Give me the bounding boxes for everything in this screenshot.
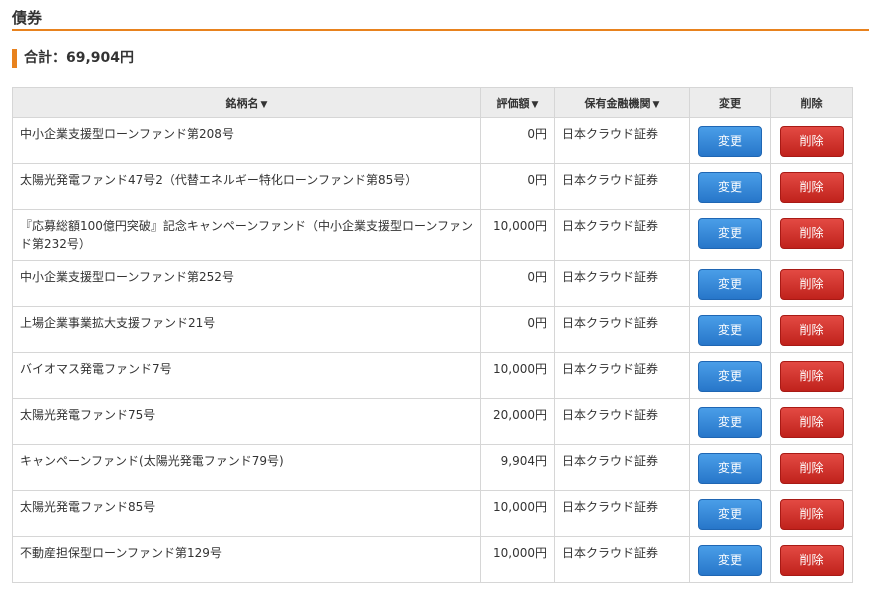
delete-button[interactable]: 削除: [779, 407, 844, 438]
edit-cell: 変更: [689, 306, 771, 353]
edit-cell: 変更: [689, 536, 771, 583]
institution-cell: 日本クラウド証券: [554, 398, 690, 445]
edit-cell: 変更: [689, 209, 771, 261]
institution-cell: 日本クラウド証券: [554, 117, 690, 164]
total-summary: 合計：69,904円: [12, 49, 134, 68]
edit-cell: 変更: [689, 117, 771, 164]
valuation-cell: 0円: [480, 260, 555, 307]
edit-cell: 変更: [689, 444, 771, 491]
valuation-cell: 0円: [480, 117, 555, 164]
table-row: 中小企業支援型ローンファンド第252号 0円 日本クラウド証券 変更 削除: [12, 260, 853, 307]
page-title: 債券: [12, 9, 43, 27]
sort-down-icon[interactable]: ▼: [653, 100, 660, 110]
edit-button[interactable]: 変更: [698, 172, 762, 203]
edit-button[interactable]: 変更: [698, 545, 762, 576]
fund-name-cell: 『応募総額100億円突破』記念キャンペーンファンド（中小企業支援型ローンファンド…: [12, 209, 481, 261]
institution-cell: 日本クラウド証券: [554, 260, 690, 307]
column-header-valuation-label: 評価額: [496, 96, 530, 110]
delete-cell: 削除: [770, 536, 853, 583]
table-row: 太陽光発電ファンド75号 20,000円 日本クラウド証券 変更 削除: [12, 398, 853, 445]
table-header-row: 銘柄名 ▼ 評価額 ▼ 保有金融機関 ▼ 変更 削除: [12, 87, 853, 118]
table-row: 『応募総額100億円突破』記念キャンペーンファンド（中小企業支援型ローンファンド…: [12, 209, 853, 261]
delete-cell: 削除: [770, 163, 853, 210]
fund-name-cell: キャンペーンファンド(太陽光発電ファンド79号): [12, 444, 481, 491]
valuation-cell: 10,000円: [480, 490, 555, 537]
valuation-cell: 9,904円: [480, 444, 555, 491]
valuation-cell: 0円: [480, 306, 555, 353]
delete-button[interactable]: 削除: [779, 545, 844, 576]
delete-cell: 削除: [770, 398, 853, 445]
delete-button[interactable]: 削除: [779, 126, 844, 157]
sort-down-icon[interactable]: ▼: [261, 100, 268, 110]
delete-button[interactable]: 削除: [779, 453, 844, 484]
delete-cell: 削除: [770, 260, 853, 307]
edit-button[interactable]: 変更: [698, 361, 762, 392]
edit-button[interactable]: 変更: [698, 218, 762, 249]
column-header-edit: 変更: [689, 87, 771, 118]
delete-cell: 削除: [770, 209, 853, 261]
delete-button[interactable]: 削除: [779, 172, 844, 203]
edit-cell: 変更: [689, 352, 771, 399]
column-header-institution[interactable]: 保有金融機関 ▼: [554, 87, 690, 118]
column-header-name[interactable]: 銘柄名 ▼: [12, 87, 481, 118]
delete-cell: 削除: [770, 352, 853, 399]
institution-cell: 日本クラウド証券: [554, 306, 690, 353]
edit-button[interactable]: 変更: [698, 453, 762, 484]
table-row: 中小企業支援型ローンファンド第208号 0円 日本クラウド証券 変更 削除: [12, 117, 853, 164]
valuation-cell: 10,000円: [480, 352, 555, 399]
table-row: バイオマス発電ファンド7号 10,000円 日本クラウド証券 変更 削除: [12, 352, 853, 399]
valuation-cell: 10,000円: [480, 536, 555, 583]
edit-button[interactable]: 変更: [698, 315, 762, 346]
institution-cell: 日本クラウド証券: [554, 209, 690, 261]
institution-cell: 日本クラウド証券: [554, 444, 690, 491]
edit-button[interactable]: 変更: [698, 269, 762, 300]
delete-cell: 削除: [770, 444, 853, 491]
column-header-delete: 削除: [770, 87, 853, 118]
edit-button[interactable]: 変更: [698, 499, 762, 530]
edit-button[interactable]: 変更: [698, 126, 762, 157]
valuation-cell: 20,000円: [480, 398, 555, 445]
table-row: キャンペーンファンド(太陽光発電ファンド79号) 9,904円 日本クラウド証券 変更…: [12, 444, 853, 491]
table-row: 不動産担保型ローンファンド第129号 10,000円 日本クラウド証券 変更 削除: [12, 536, 853, 583]
institution-cell: 日本クラウド証券: [554, 490, 690, 537]
fund-name-cell: 太陽光発電ファンド47号2（代替エネルギー特化ローンファンド第85号）: [12, 163, 481, 210]
fund-name-cell: 不動産担保型ローンファンド第129号: [12, 536, 481, 583]
sort-down-icon[interactable]: ▼: [532, 100, 539, 110]
delete-button[interactable]: 削除: [779, 499, 844, 530]
institution-cell: 日本クラウド証券: [554, 536, 690, 583]
delete-button[interactable]: 削除: [779, 361, 844, 392]
institution-cell: 日本クラウド証券: [554, 163, 690, 210]
edit-cell: 変更: [689, 260, 771, 307]
table-row: 上場企業事業拡大支援ファンド21号 0円 日本クラウド証券 変更 削除: [12, 306, 853, 353]
fund-name-cell: 中小企業支援型ローンファンド第252号: [12, 260, 481, 307]
column-header-valuation[interactable]: 評価額 ▼: [480, 87, 555, 118]
delete-cell: 削除: [770, 117, 853, 164]
institution-cell: 日本クラウド証券: [554, 352, 690, 399]
fund-name-cell: 太陽光発電ファンド75号: [12, 398, 481, 445]
delete-cell: 削除: [770, 306, 853, 353]
delete-cell: 削除: [770, 490, 853, 537]
fund-name-cell: 太陽光発電ファンド85号: [12, 490, 481, 537]
delete-button[interactable]: 削除: [779, 269, 844, 300]
valuation-cell: 10,000円: [480, 209, 555, 261]
delete-button[interactable]: 削除: [779, 315, 844, 346]
fund-name-cell: 上場企業事業拡大支援ファンド21号: [12, 306, 481, 353]
edit-cell: 変更: [689, 398, 771, 445]
table-row: 太陽光発電ファンド85号 10,000円 日本クラウド証券 変更 削除: [12, 490, 853, 537]
table-row: 太陽光発電ファンド47号2（代替エネルギー特化ローンファンド第85号） 0円 日本ク…: [12, 163, 853, 210]
edit-cell: 変更: [689, 163, 771, 210]
column-header-institution-label: 保有金融機関: [584, 96, 651, 110]
delete-button[interactable]: 削除: [779, 218, 844, 249]
fund-name-cell: バイオマス発電ファンド7号: [12, 352, 481, 399]
fund-name-cell: 中小企業支援型ローンファンド第208号: [12, 117, 481, 164]
edit-cell: 変更: [689, 490, 771, 537]
column-header-name-label: 銘柄名: [225, 96, 259, 110]
valuation-cell: 0円: [480, 163, 555, 210]
bond-holdings-table: 銘柄名 ▼ 評価額 ▼ 保有金融機関 ▼ 変更 削除 中小企業支援型ローンファンド第2…: [12, 87, 853, 583]
section-header: 債券: [12, 0, 869, 31]
edit-button[interactable]: 変更: [698, 407, 762, 438]
